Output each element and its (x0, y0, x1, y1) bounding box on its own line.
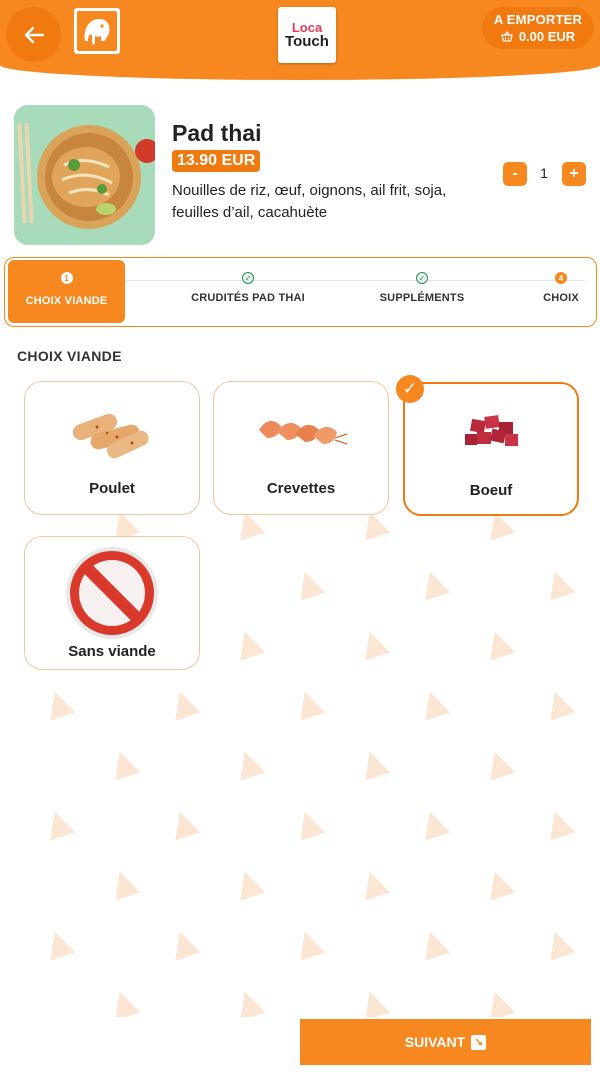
product-price: 13.90 EUR (172, 150, 261, 172)
watermark-tile: ▲ (289, 678, 327, 726)
step-choix-viande[interactable]: 1 CHOIX VIANDE (8, 260, 125, 323)
restaurant-logo (74, 8, 120, 54)
watermark-tile: ▲ (479, 618, 517, 666)
arrow-down-right-icon: ↘ (471, 1034, 487, 1050)
watermark-tile: ▲ (15, 979, 17, 1017)
shrimp-image (251, 390, 351, 470)
option-name: Boeuf (469, 482, 513, 499)
no-meat-icon (62, 545, 162, 641)
watermark-tile: ▲ (479, 738, 517, 786)
step-label: SUPPLÉMENTS (379, 292, 465, 304)
option-poulet[interactable]: Poulet (24, 381, 200, 515)
watermark-tile: ▲ (15, 499, 17, 545)
section-title: CHOIX VIANDE (17, 348, 122, 364)
elephant-icon (77, 11, 117, 51)
step-supplements[interactable]: ✓ SUPPLÉMENTS (370, 258, 474, 325)
watermark-tile: ▲ (289, 798, 327, 846)
brand-line-1: Loca (291, 19, 323, 35)
watermark-tile: ▲ (414, 918, 452, 966)
watermark-tile: ▲ (229, 618, 267, 666)
watermark-tile: ▲ (479, 978, 517, 1017)
check-circle-icon: ✓ (416, 272, 428, 284)
watermark-tile: ▲ (539, 798, 577, 846)
step-progress: 1 CHOIX VIANDE ✓ CRUDITÉS PAD THAI ✓ SUP… (4, 257, 597, 327)
basket-icon (501, 31, 513, 42)
option-name: Crevettes (266, 480, 336, 497)
beef-image (441, 392, 541, 472)
cart-total: 0.00 EUR (482, 29, 594, 44)
order-mode: A EMPORTER (493, 12, 583, 27)
watermark-tile: ▲ (15, 859, 17, 905)
watermark-tile: ▲ (104, 978, 142, 1017)
product-image (14, 105, 155, 245)
cart-total-value: 0.00 EUR (518, 29, 576, 44)
chicken-image (62, 390, 162, 470)
watermark-tile: ▲ (539, 558, 577, 606)
step-number: 4 (555, 272, 567, 284)
option-name: Poulet (89, 480, 135, 497)
product-card: Pad thai 13.90 EUR Nouilles de riz, œuf,… (0, 96, 600, 248)
watermark-tile: ▲ (414, 558, 452, 606)
watermark-tile: ▲ (289, 558, 327, 606)
watermark-tile: ▲ (414, 798, 452, 846)
watermark-tile: ▲ (479, 858, 517, 906)
option-boeuf[interactable]: ✓ Boeuf (396, 375, 579, 516)
watermark-tile: ▲ (229, 858, 267, 906)
product-title: Pad thai (172, 120, 262, 146)
brand-line-2: Touch (285, 32, 329, 50)
check-circle-icon: ✓ (242, 272, 254, 284)
next-button-label: SUIVANT (404, 1034, 466, 1050)
top-bar: Loca Touch A EMPORTER 0.00 EUR (0, 0, 600, 80)
watermark-tile: ▲ (354, 618, 392, 666)
product-description: Nouilles de riz, œuf, oignons, ail frit,… (172, 182, 447, 221)
watermark-tile: ▲ (539, 918, 577, 966)
watermark-tile: ▲ (39, 798, 77, 846)
quantity-decrease-button[interactable]: - (503, 162, 527, 186)
watermark-tile: ▲ (289, 918, 327, 966)
locatouch-logo: Loca Touch (278, 7, 336, 63)
option-sans-viande[interactable]: Sans viande (24, 536, 200, 670)
watermark-tile: ▲ (229, 738, 267, 786)
cart-summary-button[interactable]: A EMPORTER 0.00 EUR (482, 7, 594, 49)
watermark-tile: ▲ (164, 678, 202, 726)
watermark-tile: ▲ (354, 978, 392, 1017)
step-label: CHOIX VIANDE (25, 295, 108, 307)
step-crudites[interactable]: ✓ CRUDITÉS PAD THAI (181, 258, 315, 325)
watermark-tile: ▲ (354, 858, 392, 906)
quantity-increase-button[interactable]: + (562, 162, 586, 186)
option-crevettes[interactable]: Crevettes (213, 381, 389, 515)
option-name: Sans viande (68, 643, 156, 660)
step-label: CRUDITÉS PAD THAI (191, 292, 305, 304)
watermark-tile: ▲ (15, 739, 17, 785)
watermark-tile: ▲ (15, 379, 17, 425)
watermark-tile: ▲ (164, 798, 202, 846)
watermark-tile: ▲ (414, 678, 452, 726)
quantity-value: 1 (540, 165, 548, 181)
step-number: 1 (60, 272, 73, 284)
watermark-tile: ▲ (39, 678, 77, 726)
watermark-tile: ▲ (164, 918, 202, 966)
back-button[interactable] (6, 7, 61, 62)
step-label: CHOIX (543, 292, 579, 304)
watermark-tile: ▲ (15, 619, 17, 665)
step-choix[interactable]: 4 CHOIX (535, 258, 587, 325)
selected-check-icon: ✓ (396, 375, 424, 403)
next-button[interactable]: SUIVANT ↘ (300, 1019, 591, 1065)
watermark-tile: ▲ (229, 978, 267, 1017)
watermark-tile: ▲ (104, 858, 142, 906)
watermark-tile: ▲ (539, 678, 577, 726)
watermark-tile: ▲ (354, 738, 392, 786)
watermark-tile: ▲ (39, 918, 77, 966)
arrow-left-icon (24, 26, 44, 43)
watermark-tile: ▲ (104, 738, 142, 786)
